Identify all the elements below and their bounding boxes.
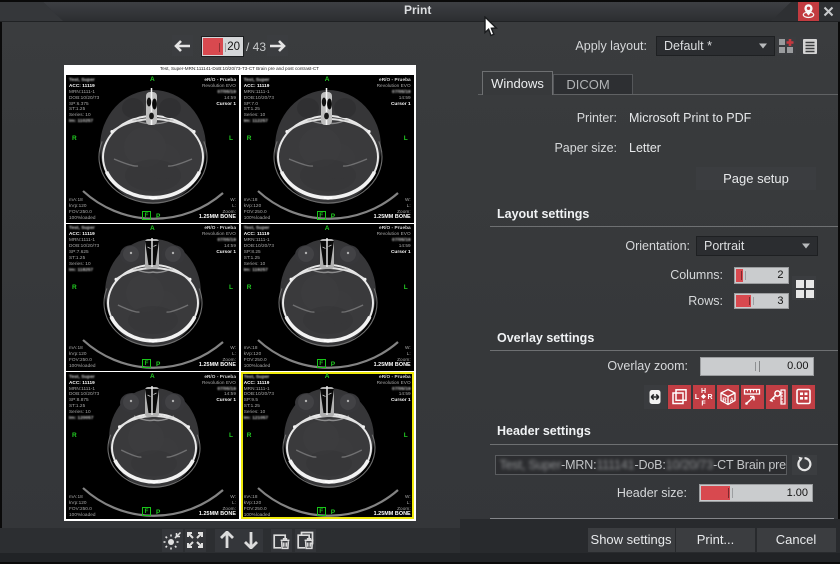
svg-text:L: L [695, 394, 700, 401]
svg-text:R: R [723, 398, 728, 404]
svg-text:A: A [730, 398, 735, 404]
svg-text:R: R [708, 394, 713, 401]
svg-text:F: F [702, 401, 707, 407]
svg-text:H: H [701, 388, 706, 395]
